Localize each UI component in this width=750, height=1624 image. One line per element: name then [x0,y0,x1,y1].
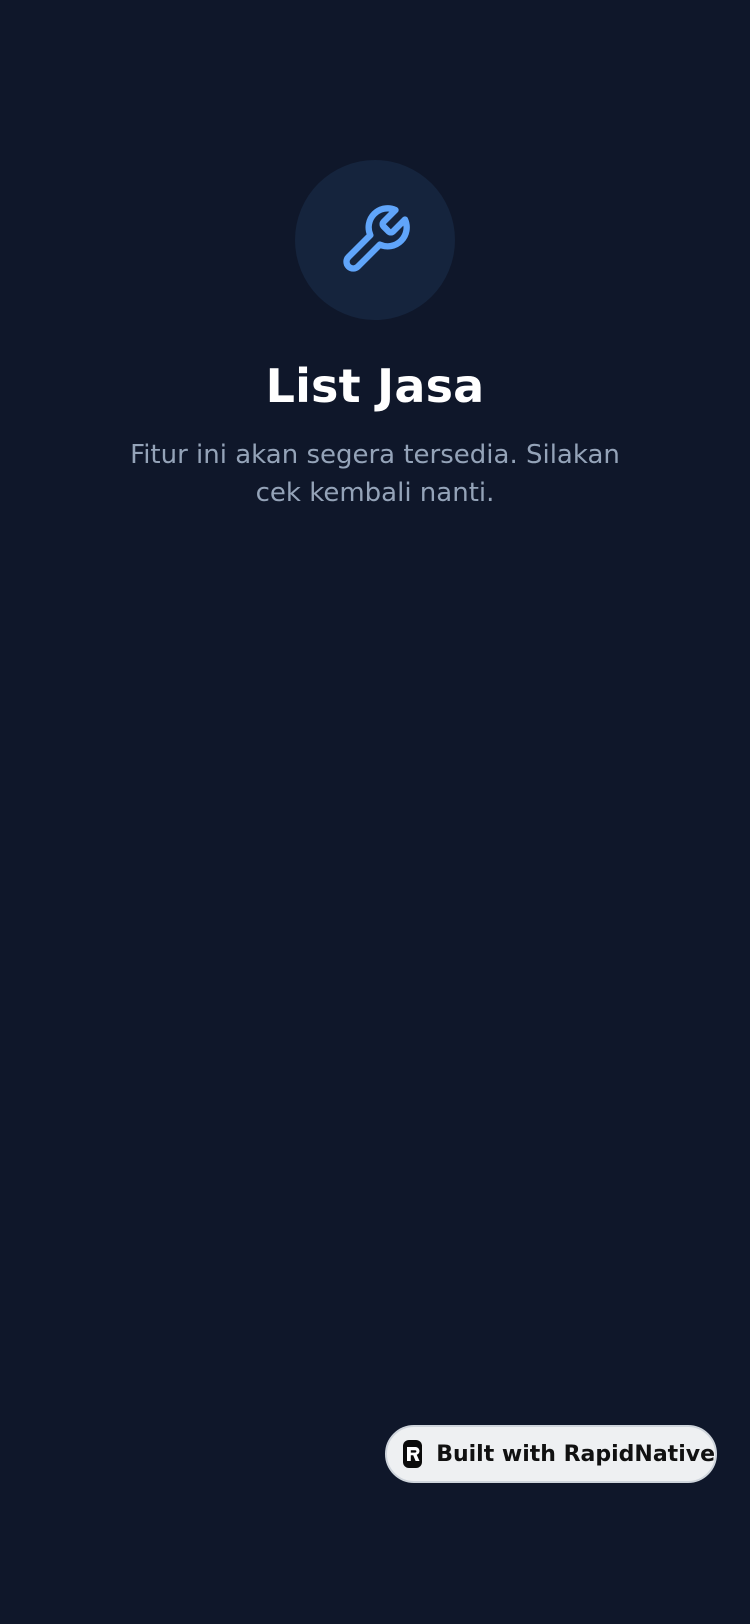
rapidnative-logo-icon [403,1440,423,1468]
page-title: List Jasa [265,359,485,413]
badge-label: Built with RapidNative [436,1441,715,1467]
built-with-badge[interactable]: Built with RapidNative [385,1425,717,1483]
page-subtitle: Fitur ini akan segera tersedia. Silakan … [130,440,620,508]
icon-circle [295,160,455,320]
wrench-icon [343,205,410,272]
coming-soon-screen: List Jasa Fitur ini akan segera tersedia… [0,0,750,1624]
coming-soon-hero: List Jasa Fitur ini akan segera tersedia… [0,160,750,512]
